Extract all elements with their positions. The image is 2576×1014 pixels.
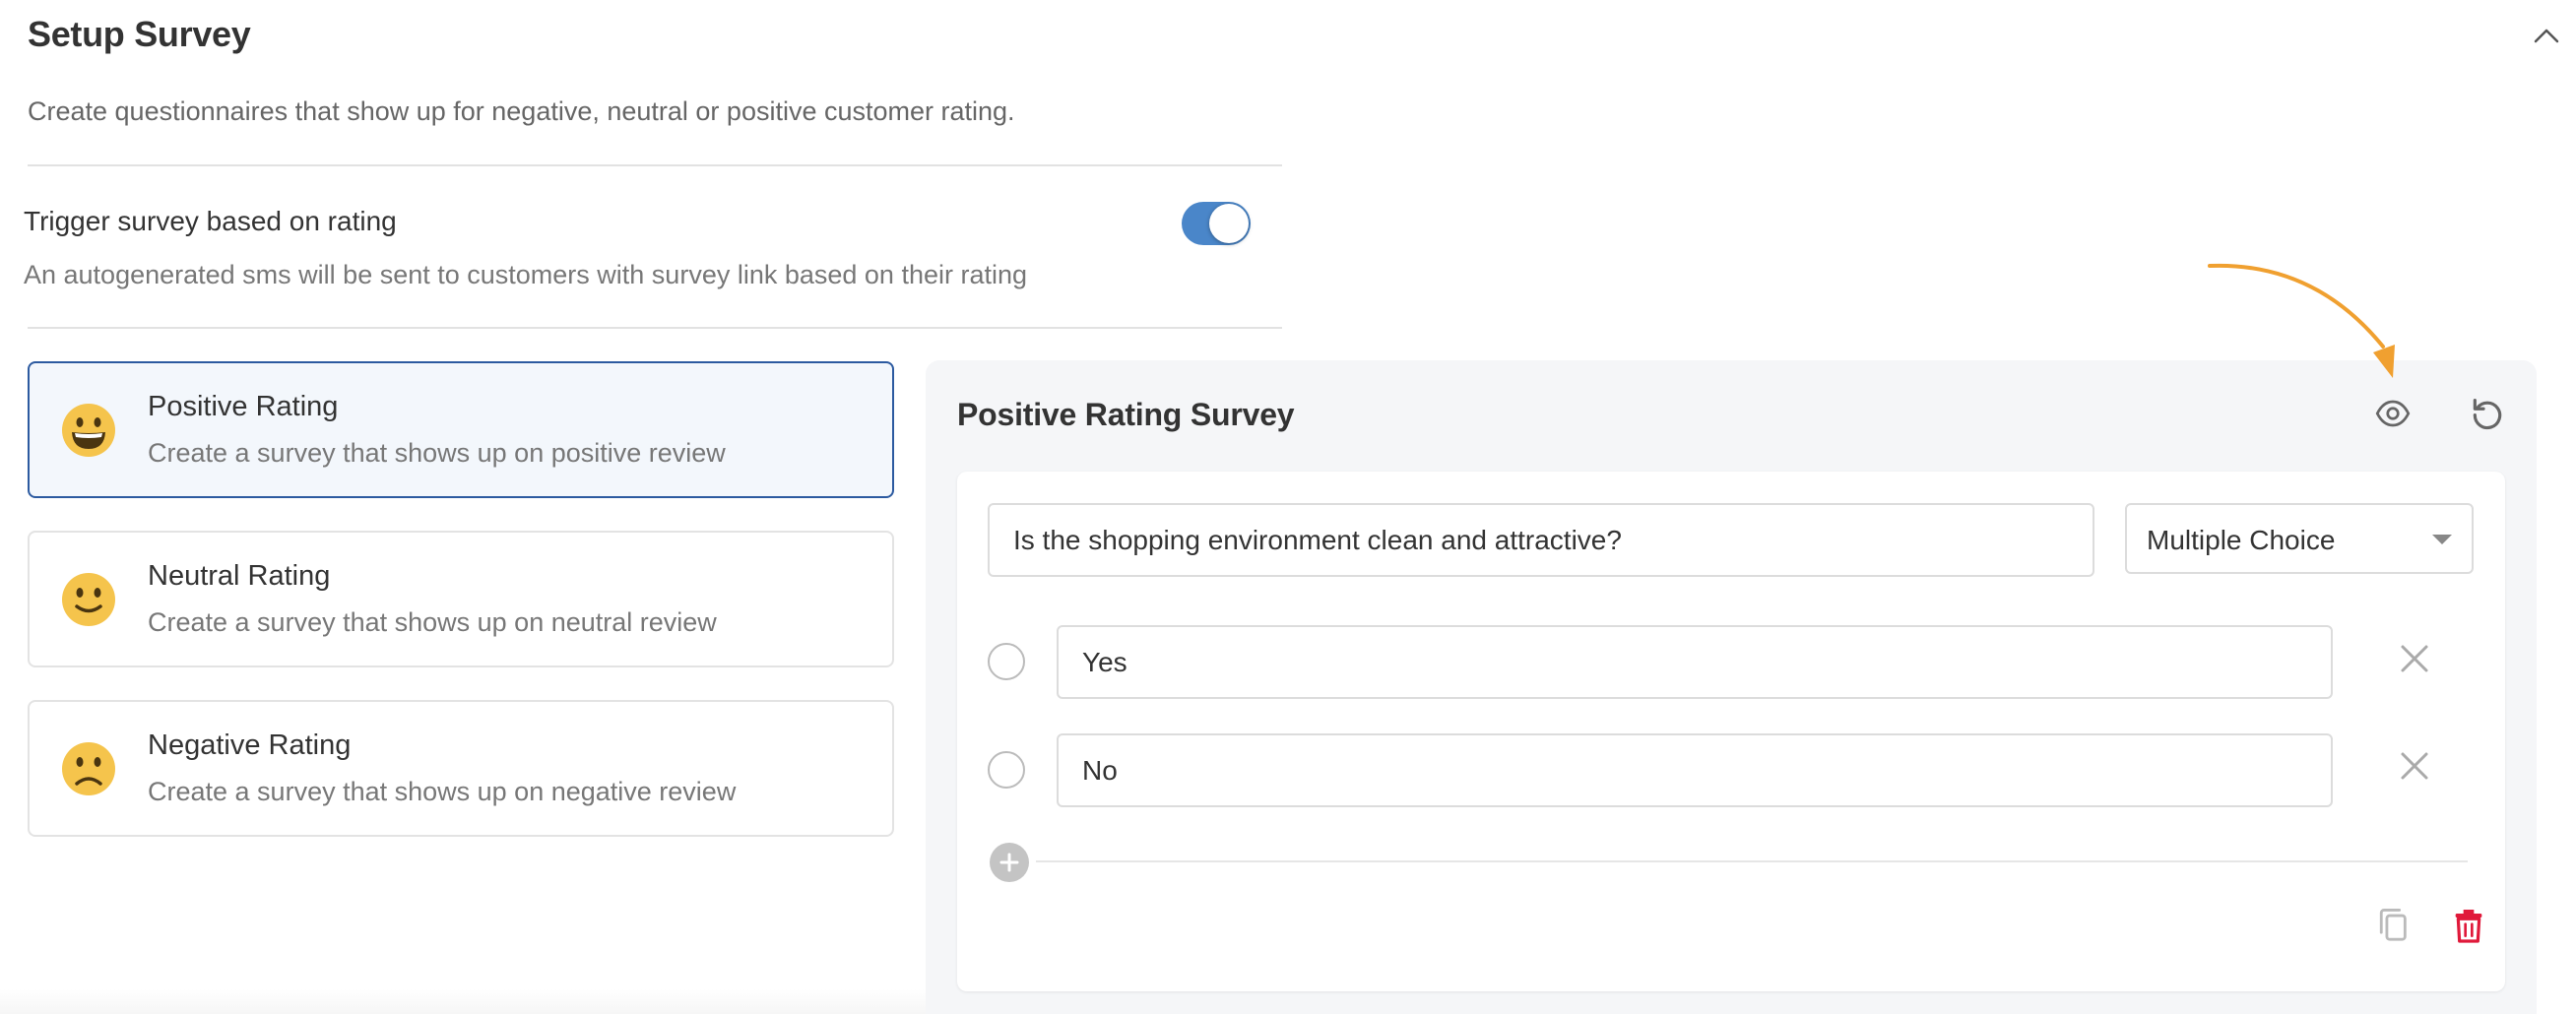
trigger-survey-description: An autogenerated sms will be sent to cus… <box>24 260 1028 289</box>
option-radio[interactable] <box>988 643 1025 680</box>
trigger-survey-title: Trigger survey based on rating <box>24 206 397 236</box>
divider <box>28 327 1282 329</box>
toggle-knob <box>1209 204 1249 243</box>
trash-icon <box>2455 910 2482 943</box>
annotation-arrow-icon <box>2208 263 2395 378</box>
rating-name: Neutral Rating <box>148 560 331 592</box>
option-input[interactable] <box>1057 625 2333 699</box>
eye-icon <box>2375 400 2411 427</box>
rating-description: Create a survey that shows up on negativ… <box>148 777 737 806</box>
plus-icon <box>999 853 1019 872</box>
rating-name: Positive Rating <box>148 391 339 422</box>
page-title: Setup Survey <box>28 14 251 54</box>
page-description: Create questionnaires that show up for n… <box>28 96 1015 126</box>
frowning-face-icon <box>62 742 115 795</box>
option-input[interactable] <box>1057 733 2333 807</box>
add-option-button[interactable] <box>990 843 1029 882</box>
divider <box>28 164 1282 166</box>
rating-name: Negative Rating <box>148 729 352 761</box>
option-radio[interactable] <box>988 751 1025 789</box>
delete-question-button[interactable] <box>2445 902 2492 949</box>
slightly-smiling-face-icon <box>62 573 115 626</box>
question-type-select[interactable]: Multiple Choice <box>2125 503 2474 574</box>
question-input[interactable] <box>988 503 2094 577</box>
rating-description: Create a survey that shows up on positiv… <box>148 438 726 468</box>
rating-card-neutral[interactable]: Neutral Rating Create a survey that show… <box>28 531 894 667</box>
add-option-divider <box>1036 860 2468 862</box>
grinning-face-icon <box>62 404 115 457</box>
remove-option-button[interactable] <box>2391 742 2438 790</box>
trigger-survey-toggle[interactable] <box>1182 202 1251 245</box>
reset-button[interactable] <box>2464 390 2511 437</box>
bottom-shadow <box>0 989 926 1014</box>
remove-option-button[interactable] <box>2391 635 2438 682</box>
close-icon <box>2401 645 2428 672</box>
preview-button[interactable] <box>2369 390 2416 437</box>
copy-icon <box>2379 909 2407 941</box>
close-icon <box>2401 752 2428 780</box>
question-type-value: Multiple Choice <box>2147 525 2336 555</box>
rating-card-positive[interactable]: Positive Rating Create a survey that sho… <box>28 361 894 498</box>
restore-icon <box>2473 398 2502 430</box>
survey-title: Positive Rating Survey <box>957 397 1295 432</box>
chevron-up-icon <box>2534 29 2559 43</box>
collapse-button[interactable] <box>2529 18 2564 53</box>
rating-description: Create a survey that shows up on neutral… <box>148 607 717 637</box>
duplicate-question-button[interactable] <box>2370 902 2417 949</box>
rating-card-negative[interactable]: Negative Rating Create a survey that sho… <box>28 700 894 837</box>
caret-down-icon <box>2432 535 2452 544</box>
